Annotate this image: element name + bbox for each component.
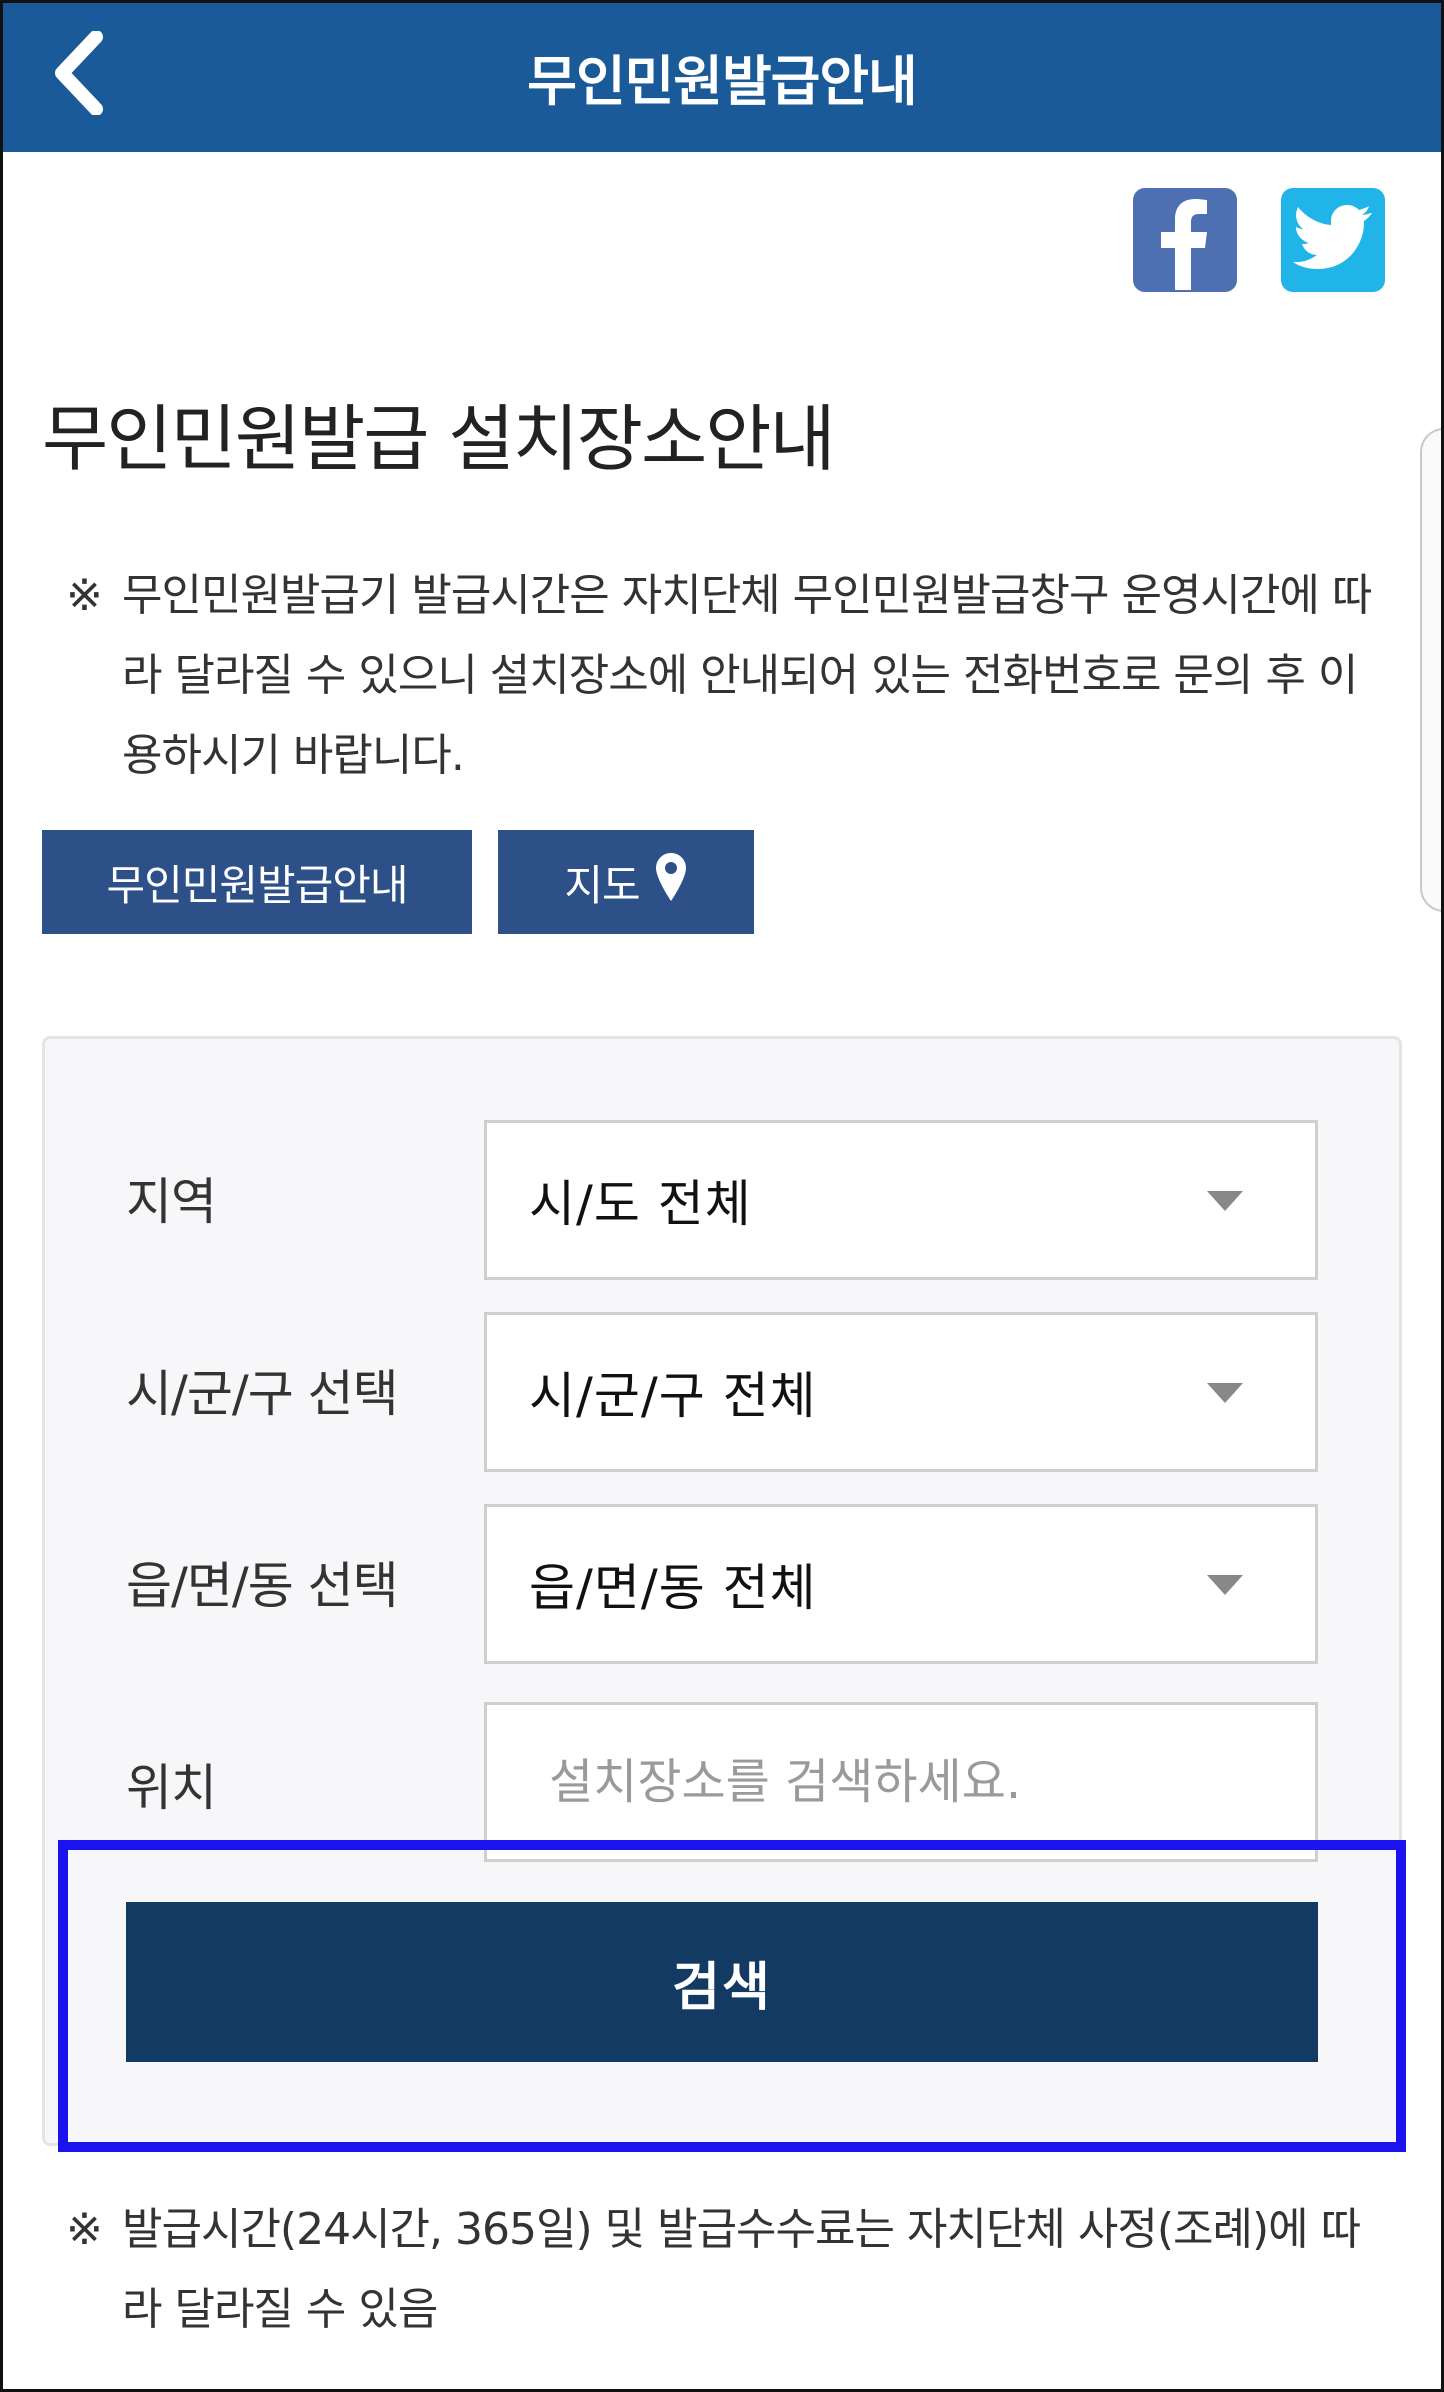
action-buttons: 무인민원발급안내 지도 [42, 830, 754, 934]
facebook-icon [1133, 186, 1237, 294]
region-label: 지역 [126, 1173, 217, 1231]
page-title: 무인민원발급 설치장소안내 [42, 397, 836, 481]
guide-button[interactable]: 무인민원발급안내 [42, 830, 472, 934]
header-title: 무인민원발급안내 [527, 49, 917, 113]
district-select-value: 시/군/구 전체 [529, 1367, 817, 1425]
caret-down-icon [1207, 1191, 1243, 1211]
search-button[interactable]: 검색 [126, 1902, 1318, 2062]
map-button[interactable]: 지도 [498, 830, 754, 934]
footer-notice: ※ 발급시간(24시간, 365일) 및 발급수수료는 자치단체 사정(조례)에… [66, 2190, 1396, 2350]
footer-notice-text: 발급시간(24시간, 365일) 및 발급수수료는 자치단체 사정(조례)에 따… [122, 2204, 1361, 2335]
search-button-label: 검색 [672, 1957, 772, 2018]
caret-down-icon [1207, 1383, 1243, 1403]
notice-mark: ※ [66, 570, 103, 621]
footer-notice-mark: ※ [66, 2204, 103, 2255]
caret-down-icon [1207, 1575, 1243, 1595]
scroll-handle[interactable] [1420, 428, 1444, 912]
region-select-value: 시/도 전체 [529, 1175, 752, 1233]
notice-text: 무인민원발급기 발급시간은 자치단체 무인민원발급창구 운영시간에 따라 달라질… [122, 570, 1372, 781]
notice: ※ 무인민원발급기 발급시간은 자치단체 무인민원발급창구 운영시간에 따라 달… [66, 556, 1396, 796]
town-select[interactable]: 읍/면/동 전체 [484, 1504, 1318, 1664]
twitter-share-button[interactable] [1281, 188, 1385, 292]
town-select-value: 읍/면/동 전체 [529, 1559, 817, 1617]
location-pin-icon [654, 851, 688, 913]
district-select[interactable]: 시/군/구 전체 [484, 1312, 1318, 1472]
location-label: 위치 [126, 1759, 217, 1817]
chevron-left-icon [52, 30, 108, 119]
guide-button-label: 무인민원발급안내 [106, 860, 408, 910]
district-label: 시/군/구 선택 [126, 1365, 399, 1423]
region-select[interactable]: 시/도 전체 [484, 1120, 1318, 1280]
map-button-label: 지도 [564, 860, 640, 910]
app-header: 무인민원발급안내 [0, 0, 1444, 152]
location-search-input[interactable] [484, 1702, 1318, 1862]
facebook-share-button[interactable] [1133, 188, 1237, 292]
twitter-icon [1293, 203, 1373, 277]
town-label: 읍/면/동 선택 [126, 1557, 399, 1615]
back-button[interactable] [40, 30, 120, 120]
